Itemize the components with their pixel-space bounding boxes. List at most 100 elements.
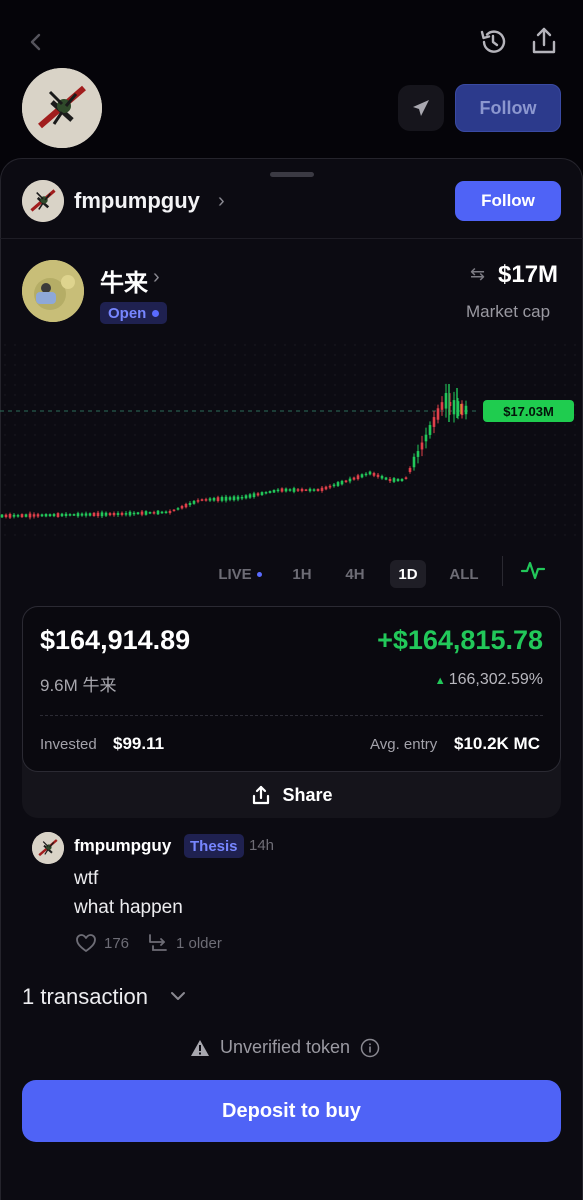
history-icon[interactable] (476, 25, 510, 59)
candle (112, 513, 116, 516)
candle (8, 514, 12, 518)
candle (16, 515, 20, 517)
candle (368, 471, 372, 475)
candle (416, 451, 420, 457)
candle (324, 486, 328, 490)
status-badge: Open (100, 302, 168, 324)
candle (52, 514, 56, 517)
candle (452, 400, 456, 415)
chevron-down-icon[interactable] (168, 986, 188, 1006)
candle (224, 496, 228, 501)
candle (264, 492, 268, 494)
candle (444, 393, 448, 409)
candle (44, 514, 48, 517)
divider (0, 238, 583, 239)
candle (320, 487, 324, 491)
tab-1h[interactable]: 1H (288, 560, 316, 588)
tab-live-label: LIVE (218, 565, 252, 583)
current-price-tag: $17.03M (483, 400, 574, 422)
follow-button-top[interactable]: Follow (455, 84, 561, 132)
tab-live[interactable]: LIVE (214, 560, 266, 588)
swap-icon[interactable]: ⇆ (470, 264, 485, 285)
share-label: Share (282, 784, 333, 805)
candle (304, 489, 308, 491)
candle (404, 477, 408, 479)
chevron-right-icon[interactable]: › (218, 190, 225, 213)
candle (420, 442, 424, 450)
candle (428, 425, 432, 435)
candle (244, 495, 248, 499)
candle (336, 482, 340, 486)
heart-icon[interactable] (74, 932, 98, 954)
candle (296, 489, 300, 491)
candle (348, 478, 352, 482)
candle (188, 502, 192, 506)
tab-4h[interactable]: 4H (340, 560, 370, 588)
creator-username[interactable]: fmpumpguy (74, 188, 200, 214)
candle (160, 511, 164, 514)
candle (260, 492, 264, 496)
position-amount: 9.6M 牛来 (40, 676, 117, 695)
tab-all[interactable]: ALL (446, 560, 482, 588)
candle (424, 434, 428, 442)
candle (284, 488, 288, 492)
share-upload-icon[interactable] (527, 24, 561, 58)
candle (92, 512, 96, 517)
comment-username[interactable]: fmpumpguy (74, 836, 171, 856)
unverified-label: Unverified token (220, 1037, 351, 1057)
info-icon[interactable] (360, 1038, 380, 1058)
candle (212, 498, 216, 501)
up-arrow-icon: ▲ (434, 675, 446, 687)
follow-button[interactable]: Follow (455, 181, 561, 221)
share-button[interactable]: Share (22, 772, 561, 818)
chevron-right-icon[interactable]: › (153, 266, 160, 289)
candle (0, 514, 4, 518)
like-count: 176 (104, 935, 130, 952)
creator-avatar[interactable] (22, 68, 102, 148)
candle (308, 488, 312, 492)
comment-avatar[interactable] (32, 832, 64, 864)
chart-type-icon[interactable] (518, 556, 548, 584)
candle (96, 512, 100, 517)
comment-text-line: wtf (74, 868, 99, 889)
candle (132, 512, 136, 515)
candle (432, 417, 436, 427)
sheet-handle[interactable] (270, 172, 314, 177)
candle (80, 513, 84, 516)
candle (180, 505, 184, 509)
candle (216, 497, 220, 501)
candle (312, 489, 316, 491)
candle (360, 474, 364, 478)
market-cap-label: Market cap (466, 302, 551, 321)
transactions-toggle[interactable]: 1 transaction (22, 984, 148, 1010)
candle (140, 511, 144, 515)
candle (104, 512, 108, 516)
tab-1d[interactable]: 1D (390, 560, 426, 588)
market-cap-value: $17M (498, 261, 559, 288)
deposit-to-buy-button[interactable]: Deposit to buy (22, 1080, 561, 1142)
candle (200, 499, 204, 501)
candle (256, 493, 260, 496)
back-icon[interactable] (22, 28, 50, 56)
candle (4, 514, 8, 518)
candle (380, 475, 384, 479)
divider (502, 556, 503, 586)
thread-icon[interactable] (146, 932, 170, 954)
avg-entry-label: Avg. entry (370, 736, 438, 753)
send-icon[interactable] (398, 85, 444, 131)
comment-text-line: what happen (74, 897, 183, 918)
candle (208, 498, 212, 501)
candle (196, 500, 200, 502)
candle (388, 478, 392, 482)
older-replies-link[interactable]: 1 older (176, 935, 222, 952)
token-avatar[interactable] (22, 260, 84, 322)
candle (76, 513, 80, 517)
thesis-badge: Thesis (184, 834, 244, 858)
token-name[interactable]: 牛来 (100, 263, 148, 298)
divider (40, 715, 543, 716)
candle (340, 480, 344, 485)
creator-avatar-small[interactable] (22, 180, 64, 222)
candle (392, 478, 396, 482)
price-chart[interactable] (0, 340, 583, 540)
candle (192, 500, 196, 504)
